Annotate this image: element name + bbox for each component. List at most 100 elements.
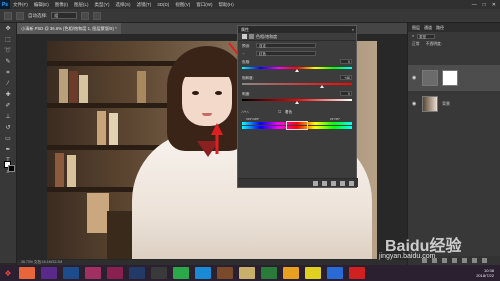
healing-brush-icon[interactable]: ✚ (4, 91, 13, 100)
taskbar-app-icon[interactable] (261, 267, 277, 279)
pen-icon[interactable]: ✒ (4, 146, 13, 155)
tool-preset-icon[interactable] (16, 11, 24, 20)
hue-slider-thumb[interactable] (295, 69, 299, 72)
saturation-slider-thumb[interactable] (320, 85, 325, 88)
saturation-label: 饱和度: (242, 76, 254, 80)
menu-select[interactable]: 选择(S) (113, 2, 134, 8)
document-tab[interactable]: 小清新.PSD @ 36.6% (色相/饱和度 1, 图层蒙版/8) * (17, 23, 121, 34)
lightness-value[interactable]: 0 (340, 91, 352, 96)
menu-view[interactable]: 视图(V) (172, 2, 193, 8)
crop-icon[interactable]: ⌗ (4, 69, 13, 78)
lightness-label: 明度: (242, 92, 251, 96)
blend-mode-row: 正常 不透明度: (408, 40, 500, 48)
menu-type[interactable]: 类型(Y) (92, 2, 113, 8)
arrowhead (211, 123, 223, 135)
layer-row[interactable]: ◉ (408, 65, 500, 91)
channel-dropdown[interactable]: 红色 (256, 51, 316, 56)
auto-select-dropdown[interactable]: 组 (51, 12, 78, 19)
menu-3d[interactable]: 3D(D) (154, 2, 172, 7)
lightness-slider-thumb[interactable] (295, 101, 299, 104)
menu-image[interactable]: 图像(I) (52, 2, 71, 8)
distribute-icon[interactable] (93, 11, 102, 20)
menu-edit[interactable]: 编辑(E) (31, 2, 52, 8)
taskbar-app-icon[interactable] (41, 267, 57, 279)
colorize-checkbox[interactable]: ☐ (278, 110, 281, 114)
mask-icon[interactable] (249, 34, 254, 39)
taskbar-app-icon[interactable] (305, 267, 321, 279)
taskbar-app-icon[interactable] (107, 267, 123, 279)
move-icon[interactable]: ✥ (4, 25, 13, 34)
brush-icon[interactable]: ✐ (4, 102, 13, 111)
menu-help[interactable]: 帮助(H) (216, 2, 237, 8)
taskbar-app-icon[interactable] (217, 267, 233, 279)
taskbar: ❖ 10:38 2018/7/22 (0, 265, 500, 281)
filter-type-dropdown[interactable]: 类型 (417, 33, 436, 39)
taskbar-app-icon[interactable] (283, 267, 299, 279)
book (67, 155, 76, 187)
taskbar-app-icon[interactable] (349, 267, 365, 279)
book (79, 75, 88, 103)
align-icon[interactable] (81, 11, 90, 20)
quick-select-icon[interactable]: ✎ (4, 58, 13, 67)
panel-close-icon[interactable]: » (352, 26, 356, 33)
system-clock[interactable]: 10:38 2018/7/22 (476, 268, 500, 278)
move-tool-icon[interactable] (4, 11, 12, 20)
background-color-swatch[interactable] (8, 165, 15, 172)
book (69, 71, 78, 103)
eyedropper-tools[interactable]: ⁄ ⁄+ ⁄- (242, 110, 249, 114)
preset-dropdown[interactable]: 自定 (256, 43, 316, 48)
taskbar-app-icon[interactable] (19, 267, 35, 279)
menu-window[interactable]: 窗口(W) (193, 2, 215, 8)
minimize-icon[interactable]: — (472, 2, 477, 8)
taskbar-app-icon[interactable] (173, 267, 189, 279)
adjustment-layer-icon (422, 70, 438, 86)
visibility-icon[interactable] (340, 180, 345, 186)
taskbar-app-icon[interactable] (195, 267, 211, 279)
blend-mode-dropdown[interactable]: 正常 (412, 42, 420, 47)
panel-footer (238, 178, 358, 187)
visibility-eye-icon[interactable]: ◉ (412, 101, 418, 107)
saturation-value[interactable]: +46 (340, 75, 352, 80)
clone-stamp-icon[interactable]: ⊥ (4, 113, 13, 122)
taskbar-app-icon[interactable] (85, 267, 101, 279)
eraser-icon[interactable]: ▭ (4, 135, 13, 144)
history-brush-icon[interactable]: ↺ (4, 124, 13, 133)
marquee-icon[interactable]: ⬚ (4, 36, 13, 45)
adjustment-header: 色相/饱和度 (238, 33, 356, 41)
layer-row[interactable]: ◉ 背景 (408, 91, 500, 117)
view-previous-icon[interactable] (322, 180, 327, 186)
menu-layer[interactable]: 图层(L) (71, 2, 92, 8)
menu-filter[interactable]: 滤镜(T) (134, 2, 155, 8)
layer-filter-row: ⌕ 类型 (408, 32, 500, 40)
visibility-eye-icon[interactable]: ◉ (412, 75, 418, 81)
taskbar-app-icon[interactable] (327, 267, 343, 279)
taskbar-app-icon[interactable] (129, 267, 145, 279)
panel-titlebar[interactable]: 属性 » (238, 26, 356, 33)
layer-mask-thumbnail[interactable] (442, 70, 458, 86)
book (109, 113, 118, 145)
saturation-slider-track[interactable] (242, 83, 352, 85)
reset-icon[interactable] (331, 180, 336, 186)
close-icon[interactable]: ✕ (492, 2, 496, 8)
tab-paths[interactable]: 路径 (436, 25, 444, 31)
taskbar-app-icon[interactable] (151, 267, 167, 279)
clip-to-layer-icon[interactable] (313, 180, 318, 186)
filter-icon: ⌕ (412, 34, 415, 38)
lasso-icon[interactable]: ➰ (4, 47, 13, 56)
taskbar-app-icon[interactable] (239, 267, 255, 279)
hand-tool-icon[interactable]: ☜ (242, 52, 245, 56)
adjustment-title: 色相/饱和度 (256, 33, 278, 39)
color-range-selector[interactable] (286, 121, 308, 130)
maximize-icon[interactable]: □ (483, 2, 486, 8)
start-icon[interactable]: ❖ (0, 265, 16, 281)
adjustment-icon (242, 34, 247, 39)
tab-layers[interactable]: 图层 (412, 25, 420, 31)
eyedropper-icon[interactable]: ⁄ (4, 80, 13, 89)
book (97, 111, 106, 145)
taskbar-photoshop-icon[interactable] (63, 267, 79, 279)
tab-channels[interactable]: 通道 (424, 25, 432, 31)
panel-tabs: 图层 通道 路径 (408, 23, 500, 32)
delete-icon[interactable] (349, 180, 354, 186)
hue-value[interactable]: 0 (340, 59, 352, 64)
menu-file[interactable]: 文件(F) (10, 2, 31, 8)
